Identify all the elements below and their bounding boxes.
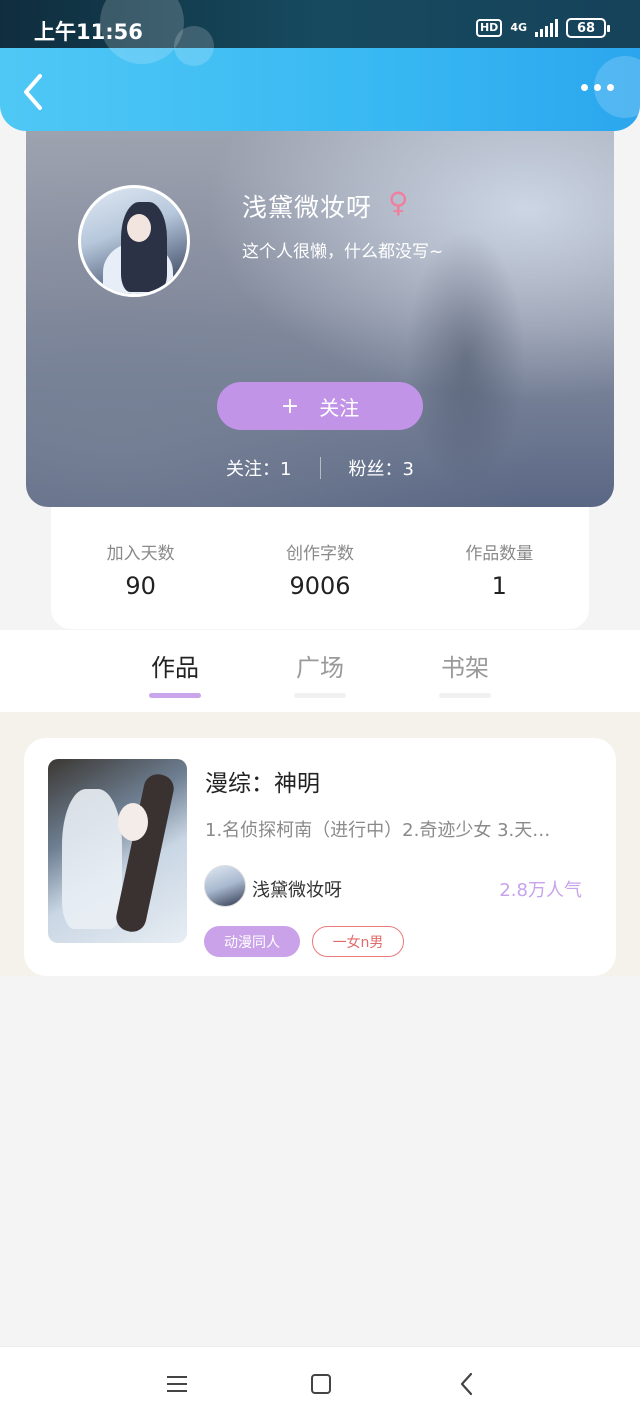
stat-value: 1 bbox=[491, 572, 507, 600]
stat-label: 加入天数 bbox=[106, 544, 175, 564]
follow-counts: 关注：1 粉丝：3 bbox=[26, 455, 614, 481]
author-avatar[interactable] bbox=[204, 865, 246, 907]
tab-square[interactable]: 广场 bbox=[280, 648, 360, 698]
chevron-left-icon bbox=[24, 74, 42, 110]
popularity-count: 2.8万人气 bbox=[499, 880, 582, 901]
follow-button[interactable]: + 关注 bbox=[217, 382, 423, 430]
following-count[interactable]: 关注：1 bbox=[226, 455, 291, 481]
stat-word-count: 创作字数 9006 bbox=[230, 505, 409, 629]
author-name[interactable]: 浅黛微妆呀 bbox=[252, 876, 342, 902]
book-cover[interactable] bbox=[48, 759, 187, 943]
plus-icon: + bbox=[280, 393, 300, 419]
battery-level: 68 bbox=[576, 20, 596, 36]
followers-count[interactable]: 粉丝：3 bbox=[349, 455, 414, 481]
tab-works[interactable]: 作品 bbox=[135, 648, 215, 698]
status-time: 上午11:56 bbox=[34, 20, 143, 44]
tag-anime-fanfic[interactable]: 动漫同人 bbox=[204, 926, 300, 957]
nav-back-button[interactable] bbox=[452, 1371, 482, 1397]
app-header: 上午11:56 HD 4G 68 bbox=[0, 0, 640, 131]
stat-value: 90 bbox=[125, 572, 156, 600]
tab-indicator bbox=[294, 693, 346, 698]
user-bio: 这个人很懒，什么都没写~ bbox=[242, 242, 444, 262]
network-type: 4G bbox=[510, 21, 527, 34]
nav-home-button[interactable] bbox=[306, 1371, 336, 1397]
signal-icon bbox=[535, 19, 558, 37]
tab-label: 作品 bbox=[151, 654, 199, 682]
nav-menu-button[interactable] bbox=[162, 1371, 192, 1397]
female-icon: ♀ bbox=[388, 186, 409, 219]
more-dots-icon bbox=[581, 84, 588, 91]
stat-join-days: 加入天数 90 bbox=[51, 505, 230, 629]
stat-label: 创作字数 bbox=[285, 544, 354, 564]
hd-icon: HD bbox=[475, 19, 503, 37]
tab-bar: 作品 广场 书架 bbox=[0, 630, 640, 712]
stat-label: 作品数量 bbox=[465, 544, 534, 564]
back-icon bbox=[460, 1372, 473, 1396]
more-button[interactable] bbox=[581, 84, 614, 91]
system-nav-bar bbox=[0, 1346, 640, 1422]
book-description: 1.名侦探柯南（进行中）2.奇迹少女 3.天… bbox=[205, 820, 551, 841]
username: 浅黛微妆呀 bbox=[242, 193, 373, 222]
stats-card: 加入天数 90 创作字数 9006 作品数量 1 bbox=[51, 505, 589, 629]
status-icons: HD 4G 68 bbox=[475, 18, 610, 38]
home-icon bbox=[311, 1374, 331, 1394]
stat-works-count: 作品数量 1 bbox=[410, 505, 589, 629]
follow-label: 关注 bbox=[319, 395, 360, 420]
tab-label: 书架 bbox=[441, 654, 489, 682]
tab-bookshelf[interactable]: 书架 bbox=[425, 648, 505, 698]
menu-icon bbox=[167, 1376, 187, 1378]
avatar[interactable] bbox=[78, 185, 190, 297]
book-title: 漫综：神明 bbox=[205, 771, 320, 797]
stat-value: 9006 bbox=[289, 572, 351, 600]
tab-label: 广场 bbox=[296, 654, 344, 682]
divider bbox=[319, 457, 321, 479]
tag-reverse-harem[interactable]: 一女n男 bbox=[312, 926, 404, 957]
profile-card: 浅黛微妆呀 ♀ 这个人很懒，什么都没写~ + 关注 关注：1 粉丝：3 bbox=[26, 110, 614, 507]
tab-indicator bbox=[149, 693, 201, 698]
back-button[interactable] bbox=[20, 72, 56, 120]
book-card[interactable]: 漫综：神明 1.名侦探柯南（进行中）2.奇迹少女 3.天… 浅黛微妆呀 2.8万… bbox=[24, 738, 616, 976]
decor-bubble bbox=[174, 26, 214, 66]
tab-indicator bbox=[439, 693, 491, 698]
battery-icon: 68 bbox=[566, 18, 610, 38]
